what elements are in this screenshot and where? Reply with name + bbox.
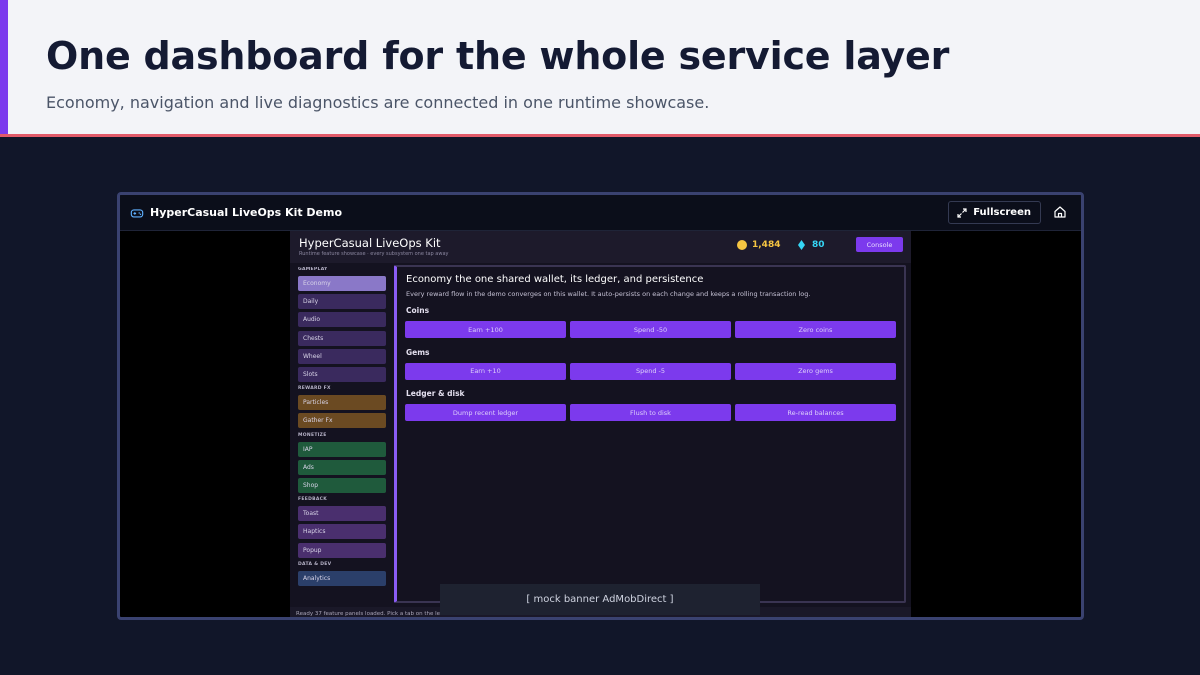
action-button-earn-10[interactable]: Earn +10 [405, 362, 566, 380]
coin-balance: 1,484 [752, 240, 781, 250]
sidebar-section-label: REWARD FX [298, 386, 331, 392]
game-subtitle: Runtime feature showcase · every subsyst… [299, 251, 449, 257]
sidebar-item-haptics[interactable]: Haptics [298, 524, 386, 540]
group-label: Ledger & disk [406, 389, 465, 398]
sidebar-item-popup[interactable]: Popup [298, 542, 386, 558]
sidebar-item-wheel[interactable]: Wheel [298, 348, 386, 364]
game-header: HyperCasual LiveOps Kit Runtime feature … [290, 231, 911, 263]
gem-icon [798, 240, 805, 250]
group-label: Gems [406, 347, 430, 357]
sidebar-item-toast[interactable]: Toast [298, 506, 386, 522]
game-title: HyperCasual LiveOps Kit [299, 236, 441, 250]
mock-ad-banner: [ mock banner AdMobDirect ] [440, 584, 760, 615]
sidebar-section-label: DATA & DEV [298, 561, 332, 567]
sidebar-item-slots[interactable]: Slots [298, 367, 386, 382]
expand-icon [957, 207, 967, 218]
action-button-dump-recent-ledger[interactable]: Dump recent ledger [405, 404, 566, 421]
home-icon[interactable] [1053, 205, 1067, 219]
sidebar-item-shop[interactable]: Shop [298, 478, 386, 493]
sidebar-item-chests[interactable]: Chests [298, 330, 386, 346]
sidebar-item-daily[interactable]: Daily [298, 294, 386, 310]
action-button-zero-coins[interactable]: Zero coins [735, 321, 896, 338]
sidebar-section-label: GAMEPLAY [298, 267, 328, 272]
slide-header: One dashboard for the whole service laye… [0, 0, 1200, 137]
action-button-flush-to-disk[interactable]: Flush to disk [570, 404, 731, 421]
window-title: HyperCasual LiveOps Kit Demo [150, 206, 343, 219]
fullscreen-label: Fullscreen [973, 207, 1031, 218]
window-title-bar: HyperCasual LiveOps Kit Demo Fullscreen [120, 195, 1081, 231]
sidebar-item-economy[interactable]: Economy [298, 276, 386, 291]
slide-subtitle: Economy, navigation and live diagnostics… [46, 93, 710, 112]
action-button-spend-5[interactable]: Spend -5 [570, 362, 731, 380]
action-button-spend-50[interactable]: Spend -50 [570, 321, 731, 338]
economy-panel: Economy the one shared wallet, its ledge… [394, 265, 906, 603]
sidebar-section-label: MONETIZE [298, 432, 327, 438]
accent-bar [0, 0, 8, 134]
sidebar-section-label: FEEDBACK [298, 497, 328, 503]
feature-sidebar: GAMEPLAY Economy Daily Audio Chests Wheel Slot… [296, 267, 388, 607]
fullscreen-button[interactable]: Fullscreen [948, 201, 1041, 224]
sidebar-item-audio[interactable]: Audio [298, 312, 386, 328]
coin-icon [737, 240, 747, 250]
sidebar-item-iap[interactable]: IAP [298, 441, 386, 457]
slide-title: One dashboard for the whole service laye… [46, 34, 950, 78]
group-label: Coins [406, 306, 430, 315]
action-button-re-read-balances[interactable]: Re-read balances [735, 404, 896, 421]
console-button[interactable]: Console [856, 237, 903, 252]
sidebar-item-particles[interactable]: Particles [298, 395, 386, 411]
action-button-earn-100[interactable]: Earn +100 [405, 321, 566, 338]
app-window: HyperCasual LiveOps Kit Demo Fullscreen … [117, 192, 1084, 620]
gamepad-icon [130, 209, 144, 218]
sidebar-item-ads[interactable]: Ads [298, 459, 386, 475]
panel-description: Every reward flow in the demo converges … [406, 290, 811, 298]
sidebar-item-analytics[interactable]: Analytics [298, 570, 386, 586]
gem-balance: 80 [812, 240, 825, 250]
panel-heading: Economy the one shared wallet, its ledge… [406, 274, 704, 285]
game-viewport: HyperCasual LiveOps Kit Runtime feature … [290, 231, 911, 617]
sidebar-item-gather-fx[interactable]: Gather Fx [298, 413, 386, 429]
action-button-zero-gems[interactable]: Zero gems [735, 362, 896, 380]
